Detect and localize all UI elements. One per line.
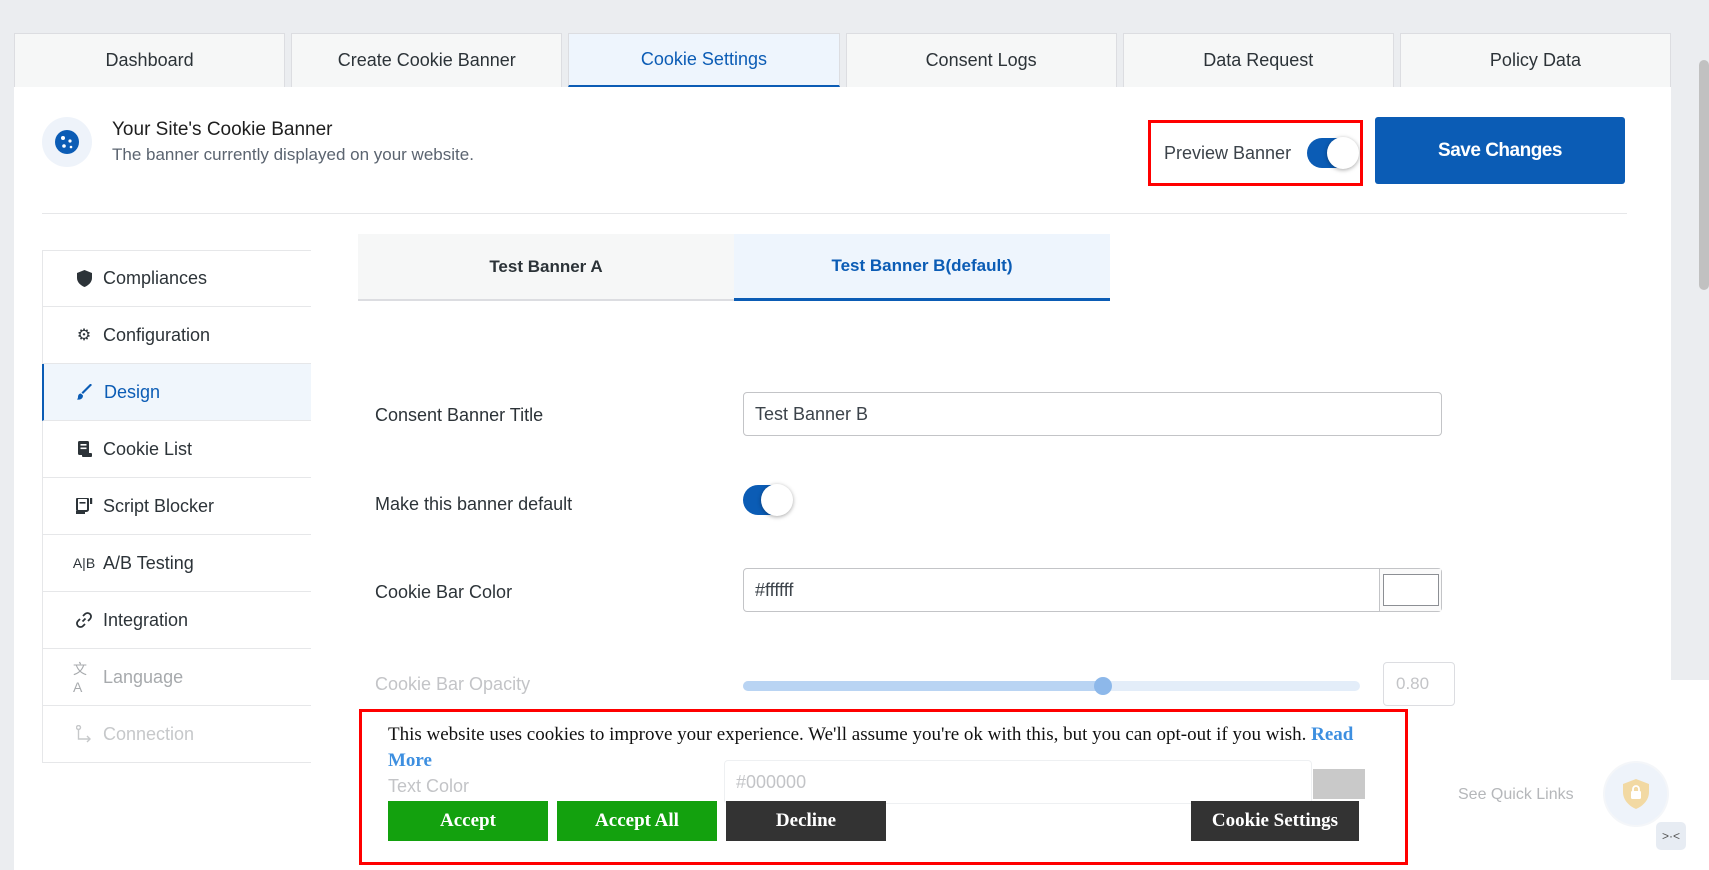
cookie-bar-opacity-label: Cookie Bar Opacity [375, 674, 531, 694]
nav-item-configuration[interactable]: ⚙ Configuration [42, 307, 311, 364]
link-icon [73, 612, 95, 628]
cookie-bar-color-value: #ffffff [755, 579, 794, 600]
cookie-bar-opacity-input[interactable]: 0.80 [1383, 662, 1455, 706]
page-subtitle: The banner currently displayed on your w… [112, 145, 474, 164]
nav-item-ab-testing[interactable]: A|B A/B Testing [42, 535, 311, 592]
gears-icon: ⚙ [76, 327, 92, 344]
scroll-icon [73, 441, 95, 457]
translate-icon: 文A [73, 661, 87, 695]
nav-label: Integration [103, 609, 189, 630]
cookie-icon [42, 117, 92, 167]
nav-label: A/B Testing [103, 552, 194, 573]
nav-item-language[interactable]: 文A Language [42, 649, 311, 706]
nav-label: Script Blocker [103, 495, 215, 516]
connection-icon [73, 725, 95, 743]
lock-shield-icon [1623, 779, 1649, 809]
nav-label: Compliances [103, 268, 208, 288]
tab-dashboard[interactable]: Dashboard [14, 33, 286, 87]
nav-item-design[interactable]: Design [42, 364, 311, 421]
text-color-swatch[interactable] [1313, 769, 1365, 799]
nav-item-script-blocker[interactable]: Script Blocker [42, 478, 311, 535]
nav-item-integration[interactable]: Integration [42, 592, 311, 649]
nav-label: Cookie List [103, 438, 193, 459]
page-title: Your Site's Cookie Banner [112, 119, 333, 140]
cookie-banner-preview: This website uses cookies to improve you… [359, 709, 1408, 865]
save-changes-button[interactable]: Save Changes [1375, 117, 1625, 184]
default-banner-label: Make this banner default [375, 494, 573, 514]
nav-label: Connection [103, 723, 195, 744]
tab-data-request[interactable]: Data Request [1122, 33, 1394, 87]
settings-side-nav: Compliances ⚙ Configuration Design Cooki… [42, 250, 311, 763]
tab-consent-logs[interactable]: Consent Logs [845, 33, 1117, 87]
cookie-bar-opacity-slider[interactable] [743, 677, 1360, 695]
top-tab-bar: Dashboard Create Cookie Banner Cookie Se… [14, 33, 1672, 87]
banner-tabs: Test Banner A Test Banner B(default) [358, 234, 1110, 301]
header-divider [42, 213, 1627, 214]
page-scrollbar[interactable] [1699, 60, 1709, 290]
color-swatch [1383, 574, 1439, 606]
nav-item-compliances[interactable]: Compliances [42, 250, 311, 307]
tab-test-banner-a[interactable]: Test Banner A [358, 234, 734, 301]
default-banner-toggle[interactable] [743, 484, 793, 516]
privacy-shield-badge[interactable] [1605, 763, 1667, 825]
preview-banner-label: Preview Banner [1164, 142, 1292, 163]
quick-links-label[interactable]: See Quick Links [1458, 786, 1574, 804]
cookie-banner-text: This website uses cookies to improve you… [388, 724, 1307, 745]
shield-icon [73, 270, 95, 287]
decline-button[interactable]: Decline [726, 801, 886, 841]
tab-policy-data[interactable]: Policy Data [1399, 33, 1672, 87]
tab-cookie-settings[interactable]: Cookie Settings [568, 33, 840, 87]
nav-label: Configuration [103, 324, 211, 345]
cookie-bar-color-label: Cookie Bar Color [375, 582, 513, 602]
consent-banner-title-input[interactable]: Test Banner B [743, 392, 1442, 436]
script-icon [73, 498, 95, 514]
ab-icon: A|B [72, 555, 96, 571]
accept-all-button[interactable]: Accept All [557, 801, 717, 841]
color-picker-button[interactable] [1379, 569, 1441, 611]
nav-label: Design [104, 381, 161, 402]
nav-item-cookie-list[interactable]: Cookie List [42, 421, 311, 478]
slider-fill [743, 681, 1104, 691]
collapse-chip-icon[interactable]: >·< [1656, 822, 1686, 850]
cookie-settings-button[interactable]: Cookie Settings [1191, 801, 1359, 841]
preview-banner-toggle[interactable] [1307, 137, 1360, 169]
tab-create-cookie-banner[interactable]: Create Cookie Banner [291, 33, 563, 87]
cookie-bar-color-input[interactable]: #ffffff [743, 568, 1442, 612]
preview-banner-control: Preview Banner [1148, 120, 1363, 186]
accept-button[interactable]: Accept [388, 801, 548, 841]
tab-test-banner-b[interactable]: Test Banner B(default) [734, 234, 1110, 301]
brush-icon [74, 384, 96, 400]
text-color-input[interactable]: #000000 [724, 760, 1312, 804]
nav-item-connection[interactable]: Connection [42, 706, 311, 763]
nav-label: Language [103, 666, 184, 687]
page-header: Your Site's Cookie Banner The banner cur… [42, 117, 474, 167]
text-color-label: Text Color [388, 776, 470, 796]
consent-banner-title-label: Consent Banner Title [375, 405, 544, 425]
